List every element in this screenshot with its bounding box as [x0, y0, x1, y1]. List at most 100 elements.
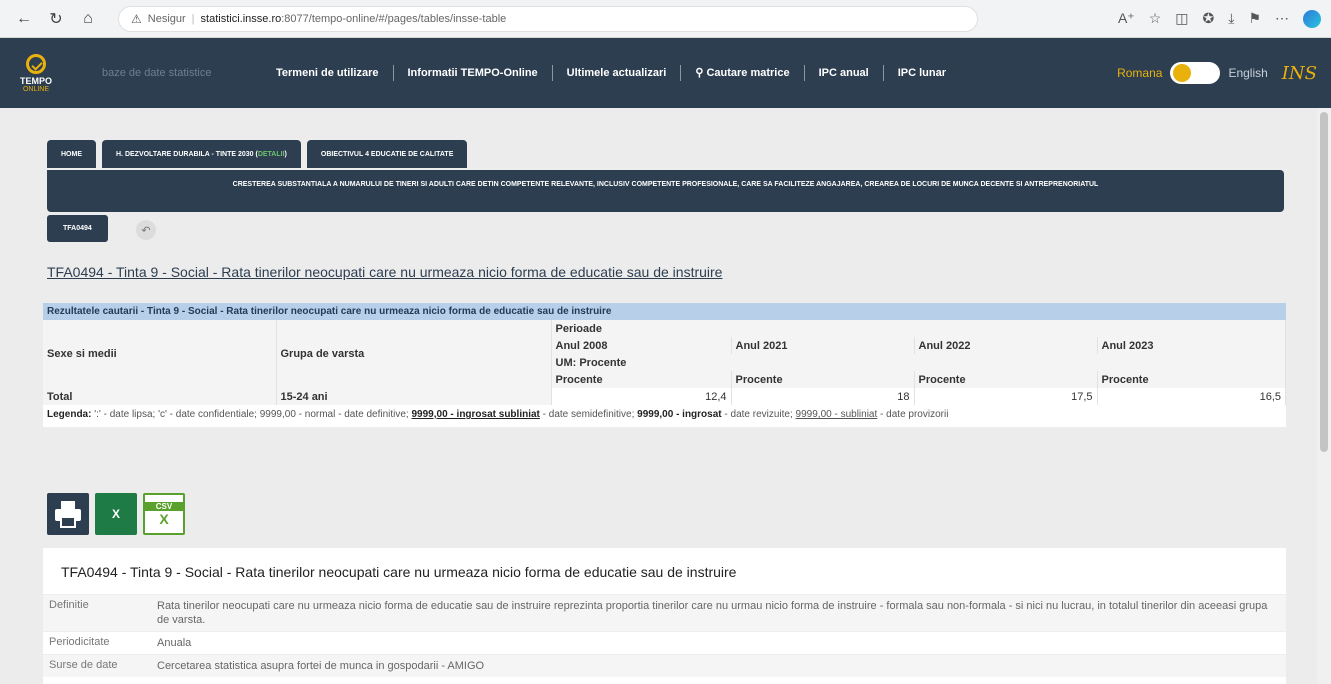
lang-romana[interactable]: Romana	[1117, 66, 1162, 80]
csv-glyph: X	[159, 510, 169, 527]
meta-value: Rata tinerilor neocupati care nu urmeaza…	[157, 600, 1268, 626]
nav-ipc-annual[interactable]: IPC anual	[805, 65, 884, 81]
csv-top-label: CSV	[145, 501, 183, 511]
legend-semidef: 9999,00 - ingrosat subliniat	[411, 409, 540, 420]
legend-text-5: - date revizuite;	[721, 409, 796, 420]
meta-value: Cercetarea statistica asupra fortei de m…	[157, 660, 485, 672]
excel-glyph: X	[111, 507, 120, 521]
legend-text-3: - date semidefinitive;	[539, 409, 638, 420]
goal-banner[interactable]: CRESTEREA SUBSTANTIALA A NUMARULUI DE TI…	[47, 170, 1284, 212]
export-buttons: X CSV X	[47, 493, 185, 535]
metadata-panel: TFA0494 - Tinta 9 - Social - Rata tineri…	[43, 548, 1286, 684]
search-icon: ⚲	[695, 67, 707, 79]
more-icon[interactable]: ⋯	[1275, 10, 1289, 27]
crumb-directive[interactable]: OBIECTIVUL 4 EDUCATIE DE CALITATE	[306, 140, 468, 168]
nav-updates[interactable]: Ultimele actualizari	[553, 65, 682, 81]
scrollbar-thumb[interactable]	[1320, 112, 1328, 452]
meta-row-sources: Surse de date Cercetarea statistica asup…	[43, 654, 1286, 677]
meta-value: Anuala	[157, 637, 192, 649]
address-bar[interactable]: ⚠ Nesigur | statistici.insse.ro :8077/te…	[118, 5, 978, 32]
ins-logo[interactable]: INS	[1282, 63, 1317, 84]
year-2022: Anul 2022	[914, 337, 1098, 354]
back-arrow-icon[interactable]: ←	[10, 5, 38, 33]
value-2023: 16,5	[1097, 388, 1286, 405]
periods-label: Perioade	[551, 320, 1286, 337]
unit-2021: Procente	[731, 371, 915, 388]
toggle-knob	[1173, 64, 1192, 82]
db-label: baze de date statistice	[102, 67, 212, 79]
read-aloud-icon[interactable]: A⁺	[1118, 10, 1135, 27]
unit-2022: Procente	[914, 371, 1098, 388]
url-separator: |	[191, 12, 195, 25]
crumb-theme-detail[interactable]: DETALII	[258, 151, 285, 158]
split-screen-icon[interactable]: ◫	[1175, 10, 1188, 27]
crumb-theme-label: H. DEZVOLTARE DURABILA - TINTE 2030 (	[116, 150, 258, 158]
results-header: Rezultatele cautarii - Tinta 9 - Social …	[43, 303, 1286, 320]
crumb-home[interactable]: HOME	[47, 140, 96, 168]
top-nav: Termeni de utilizare Informatii TEMPO-On…	[262, 65, 960, 81]
page-title[interactable]: TFA0494 - Tinta 9 - Social - Rata tineri…	[47, 264, 722, 280]
extensions-icon[interactable]: ⚑	[1248, 10, 1261, 27]
print-icon[interactable]	[47, 493, 89, 535]
crumb-theme[interactable]: H. DEZVOLTARE DURABILA - TINTE 2030 (DET…	[102, 140, 301, 168]
value-2022: 17,5	[914, 388, 1098, 405]
results-table: Sexe si medii Grupa de varsta Perioade A…	[43, 320, 1286, 405]
language-switch: Romana English INS	[1117, 62, 1317, 84]
legend-label: Legenda:	[47, 409, 92, 420]
table-code-chip[interactable]: TFA0494	[47, 215, 108, 242]
meta-row-periodicity: Periodicitate Anuala	[43, 631, 1286, 654]
year-2021: Anul 2021	[731, 337, 915, 354]
meta-key: Surse de date	[49, 659, 118, 671]
breadcrumb: HOME H. DEZVOLTARE DURABILA - TINTE 2030…	[47, 140, 468, 168]
um-label: UM: Procente	[551, 354, 1286, 371]
nav-search-label: Cautare matrice	[706, 67, 790, 79]
meta-key: Periodicitate	[49, 636, 110, 648]
warning-icon: ⚠	[131, 11, 142, 26]
year-2008: Anul 2008	[551, 337, 732, 354]
unit-2008: Procente	[551, 371, 732, 388]
row-age-group: 15-24 ani	[276, 388, 552, 405]
undo-back-icon[interactable]: ↶	[136, 220, 156, 240]
copilot-icon[interactable]	[1303, 9, 1321, 28]
export-excel-icon[interactable]: X	[95, 493, 137, 535]
unit-2023: Procente	[1097, 371, 1286, 388]
legend-text-1: ':' - date lipsa; 'c' - date confidentia…	[91, 409, 412, 420]
printer-glyph	[55, 501, 81, 528]
crumb-theme-close: )	[284, 150, 287, 158]
legend-text-7: - date provizorii	[877, 409, 949, 420]
nav-terms[interactable]: Termeni de utilizare	[262, 65, 394, 81]
language-toggle[interactable]	[1170, 62, 1221, 84]
legend-revised: 9999,00 - ingrosat	[637, 409, 722, 420]
browser-actions: A⁺ ☆ ◫ ✪ ⤓ ⚑ ⋯	[1118, 9, 1321, 28]
download-icon[interactable]: ⤓	[1228, 10, 1234, 27]
export-csv-icon[interactable]: CSV X	[143, 493, 185, 535]
meta-row-definition: Definitie Rata tinerilor neocupati care …	[43, 594, 1286, 631]
meta-key: Definitie	[49, 599, 89, 611]
logo-sub: ONLINE	[22, 85, 50, 93]
url-host: statistici.insse.ro	[200, 12, 282, 25]
lang-english[interactable]: English	[1228, 66, 1267, 80]
browser-toolbar: ← ↻ ⌂ ⚠ Nesigur | statistici.insse.ro :8…	[0, 0, 1331, 38]
tempo-logo-icon	[26, 53, 46, 74]
value-2008: 12,4	[551, 388, 732, 405]
favorites-icon[interactable]: ✪	[1203, 10, 1215, 27]
legend-provisional: 9999,00 - subliniat	[795, 409, 878, 420]
results-panel: Rezultatele cautarii - Tinta 9 - Social …	[43, 303, 1286, 427]
logo-text: TEMPO	[19, 75, 52, 86]
nav-search-matrix[interactable]: ⚲ Cautare matrice	[681, 65, 805, 81]
page-scrollbar[interactable]	[1317, 108, 1331, 684]
security-label: Nesigur	[147, 12, 186, 25]
legend: Legenda: ':' - date lipsa; 'c' - date co…	[43, 405, 1286, 427]
col-sexe-medii: Sexe si medii	[43, 320, 277, 388]
nav-info[interactable]: Informatii TEMPO-Online	[394, 65, 553, 81]
nav-ipc-monthly[interactable]: IPC lunar	[884, 65, 960, 81]
year-2023: Anul 2023	[1097, 337, 1286, 354]
reload-icon[interactable]: ↻	[42, 5, 70, 33]
favorite-star-icon[interactable]: ☆	[1149, 10, 1162, 27]
tempo-logo[interactable]: TEMPO ONLINE	[14, 53, 58, 93]
app-header: TEMPO ONLINE baze de date statistice Ter…	[0, 38, 1331, 108]
home-icon[interactable]: ⌂	[74, 5, 102, 33]
metadata-title: TFA0494 - Tinta 9 - Social - Rata tineri…	[61, 564, 737, 580]
url-path: :8077/tempo-online/#/pages/tables/insse-…	[281, 12, 507, 25]
value-2021: 18	[731, 388, 915, 405]
